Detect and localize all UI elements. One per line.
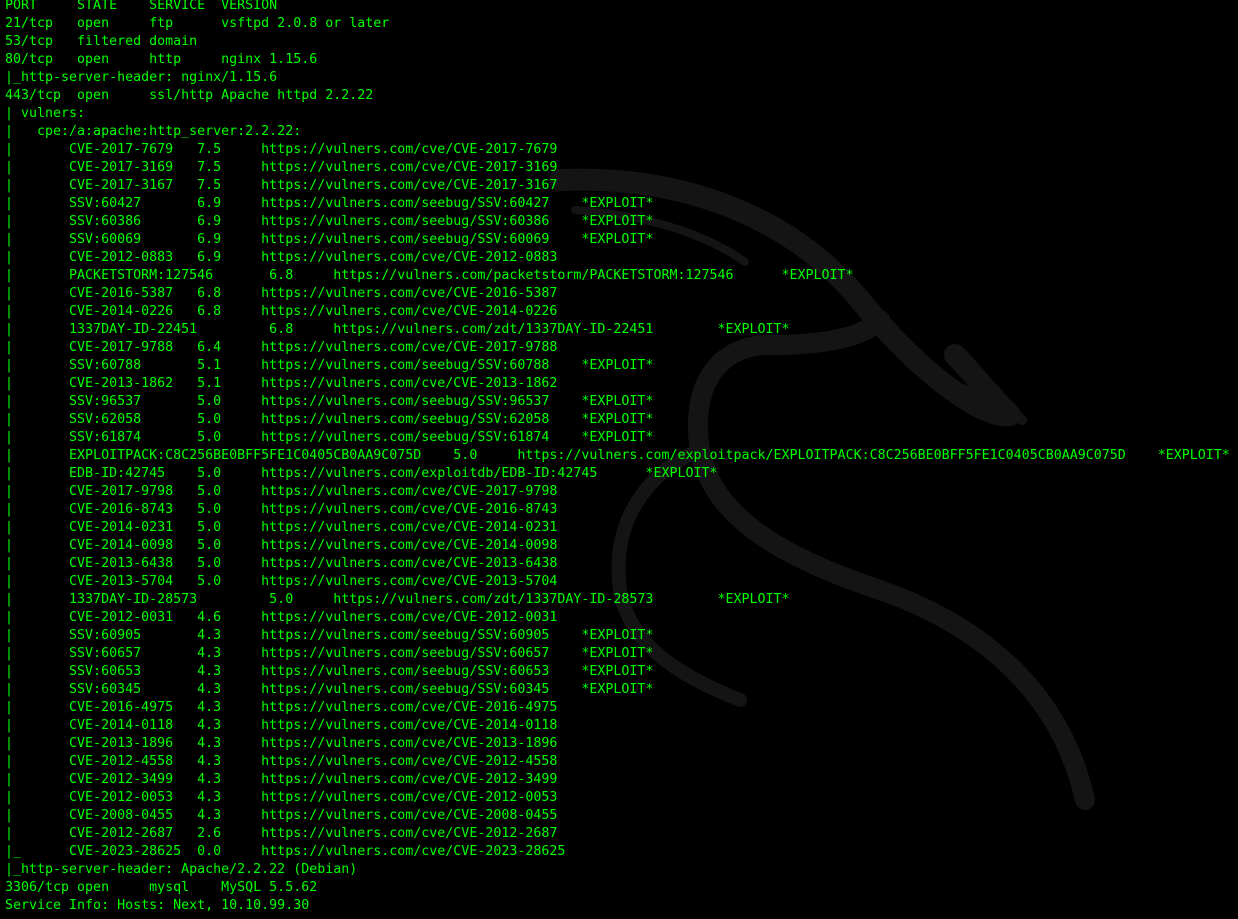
terminal-line: | CVE-2017-7679 7.5 https://vulners.com/…: [5, 142, 558, 157]
terminal-line: | CVE-2014-0118 4.3 https://vulners.com/…: [5, 718, 558, 733]
terminal-line: | CVE-2012-4558 4.3 https://vulners.com/…: [5, 754, 558, 769]
terminal-window[interactable]: PORT STATE SERVICE VERSION 21/tcp open ft…: [0, 0, 1238, 919]
terminal-line: | EDB-ID:42745 5.0 https://vulners.com/e…: [5, 466, 718, 481]
terminal-line: | cpe:/a:apache:http_server:2.2.22:: [5, 124, 302, 139]
terminal-line: | CVE-2014-0231 5.0 https://vulners.com/…: [5, 520, 558, 535]
terminal-output: PORT STATE SERVICE VERSION 21/tcp open ft…: [5, 0, 1230, 915]
terminal-line: | CVE-2012-0053 4.3 https://vulners.com/…: [5, 790, 558, 805]
terminal-line: | vulners:: [5, 106, 86, 121]
terminal-line: | SSV:60069 6.9 https://vulners.com/seeb…: [5, 232, 654, 247]
terminal-line: | CVE-2012-2687 2.6 https://vulners.com/…: [5, 826, 558, 841]
terminal-line: | SSV:60905 4.3 https://vulners.com/seeb…: [5, 628, 654, 643]
terminal-line: 80/tcp open http nginx 1.15.6: [5, 52, 318, 67]
terminal-line: | SSV:60657 4.3 https://vulners.com/seeb…: [5, 646, 654, 661]
terminal-line: | CVE-2008-0455 4.3 https://vulners.com/…: [5, 808, 558, 823]
terminal-line: | CVE-2016-5387 6.8 https://vulners.com/…: [5, 286, 558, 301]
terminal-line: | 1337DAY-ID-22451 6.8 https://vulners.c…: [5, 322, 790, 337]
terminal-line: | SSV:62058 5.0 https://vulners.com/seeb…: [5, 412, 654, 427]
terminal-line: | CVE-2017-9788 6.4 https://vulners.com/…: [5, 340, 558, 355]
terminal-line: | SSV:60653 4.3 https://vulners.com/seeb…: [5, 664, 654, 679]
terminal-line: | SSV:96537 5.0 https://vulners.com/seeb…: [5, 394, 654, 409]
terminal-line: 3306/tcp open mysql MySQL 5.5.62: [5, 880, 318, 895]
terminal-line: PORT STATE SERVICE VERSION: [5, 0, 278, 13]
terminal-line: | CVE-2013-6438 5.0 https://vulners.com/…: [5, 556, 558, 571]
terminal-line: | CVE-2012-3499 4.3 https://vulners.com/…: [5, 772, 558, 787]
terminal-line: | 1337DAY-ID-28573 5.0 https://vulners.c…: [5, 592, 790, 607]
terminal-line: 53/tcp filtered domain: [5, 34, 198, 49]
terminal-line: |_http-server-header: nginx/1.15.6: [5, 70, 278, 85]
terminal-line: | CVE-2017-9798 5.0 https://vulners.com/…: [5, 484, 558, 499]
terminal-line: 443/tcp open ssl/http Apache httpd 2.2.2…: [5, 88, 374, 103]
terminal-line: | CVE-2014-0098 5.0 https://vulners.com/…: [5, 538, 558, 553]
terminal-line: | CVE-2012-0883 6.9 https://vulners.com/…: [5, 250, 558, 265]
terminal-line: | CVE-2012-0031 4.6 https://vulners.com/…: [5, 610, 558, 625]
terminal-line: | CVE-2016-4975 4.3 https://vulners.com/…: [5, 700, 558, 715]
terminal-line: | CVE-2013-5704 5.0 https://vulners.com/…: [5, 574, 558, 589]
terminal-line: | CVE-2013-1896 4.3 https://vulners.com/…: [5, 736, 558, 751]
terminal-line: Service Info: Hosts: Next, 10.10.99.30: [5, 898, 310, 913]
terminal-line: | SSV:60427 6.9 https://vulners.com/seeb…: [5, 196, 654, 211]
terminal-line: | CVE-2017-3169 7.5 https://vulners.com/…: [5, 160, 558, 175]
terminal-line: | PACKETSTORM:127546 6.8 https://vulners…: [5, 268, 854, 283]
terminal-line: | SSV:60788 5.1 https://vulners.com/seeb…: [5, 358, 654, 373]
terminal-line: | EXPLOITPACK:C8C256BE0BFF5FE1C0405CB0AA…: [5, 448, 1230, 463]
terminal-line: |_ CVE-2023-28625 0.0 https://vulners.co…: [5, 844, 566, 859]
terminal-line: | CVE-2014-0226 6.8 https://vulners.com/…: [5, 304, 558, 319]
terminal-line: | CVE-2017-3167 7.5 https://vulners.com/…: [5, 178, 558, 193]
terminal-line: 21/tcp open ftp vsftpd 2.0.8 or later: [5, 16, 390, 31]
terminal-line: | SSV:60345 4.3 https://vulners.com/seeb…: [5, 682, 654, 697]
terminal-line: | SSV:61874 5.0 https://vulners.com/seeb…: [5, 430, 654, 445]
terminal-line: | CVE-2013-1862 5.1 https://vulners.com/…: [5, 376, 558, 391]
terminal-line: |_http-server-header: Apache/2.2.22 (Deb…: [5, 862, 358, 877]
terminal-line: | SSV:60386 6.9 https://vulners.com/seeb…: [5, 214, 654, 229]
terminal-line: | CVE-2016-8743 5.0 https://vulners.com/…: [5, 502, 558, 517]
